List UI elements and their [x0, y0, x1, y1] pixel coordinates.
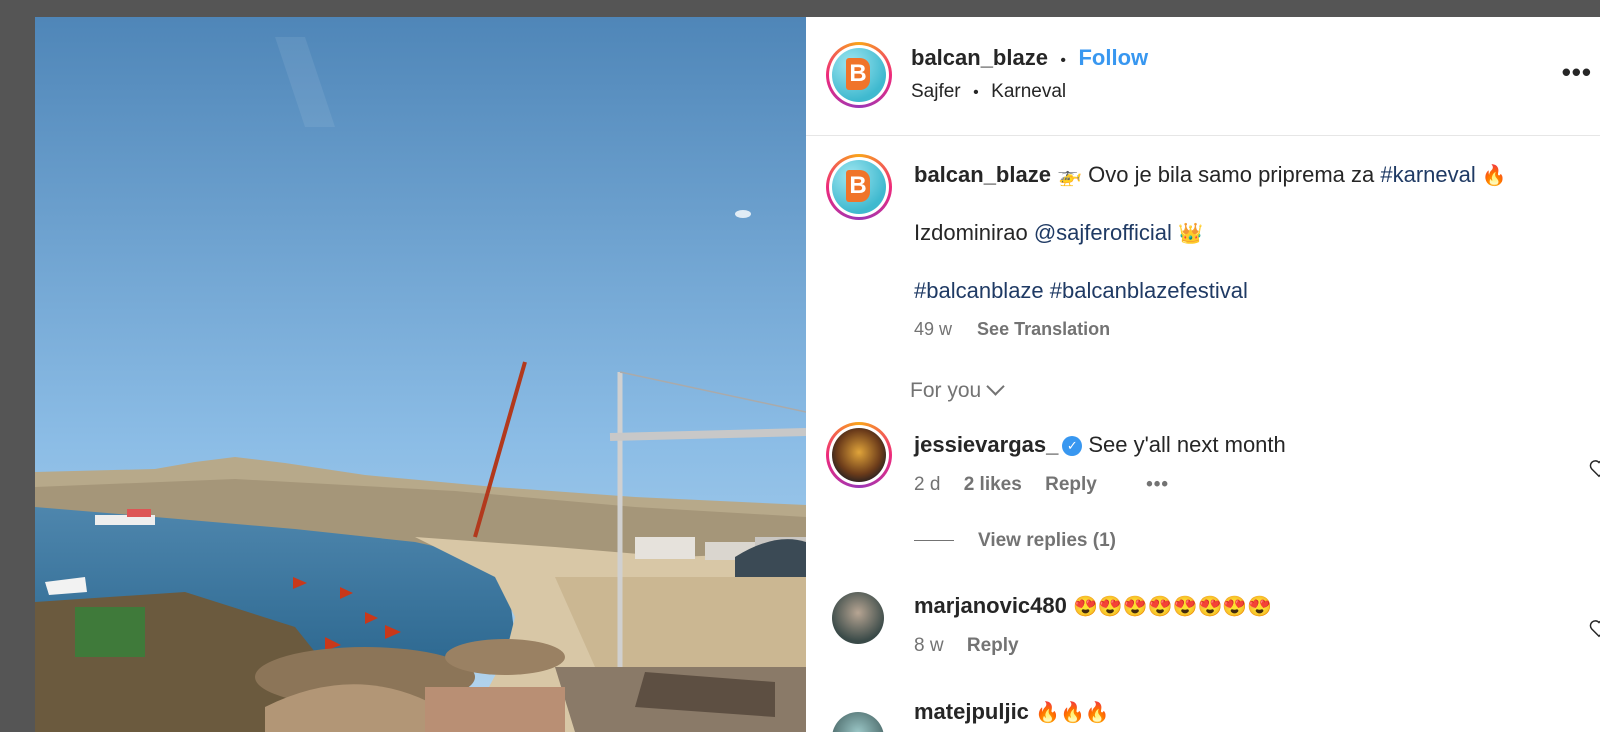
comment-username[interactable]: marjanovic480 [914, 593, 1067, 618]
post-header: B balcan_blaze • Follow Sajfer • Karneva… [806, 17, 1600, 136]
commenter-avatar[interactable] [826, 422, 892, 488]
reply-button[interactable]: Reply [967, 635, 1019, 656]
comment-username[interactable]: matejpuljic [914, 699, 1029, 724]
audio-track[interactable]: Karneval [991, 81, 1066, 102]
brand-logo: B [846, 170, 870, 202]
author-username[interactable]: balcan_blaze [911, 45, 1048, 70]
comment-timestamp: 8 w [914, 635, 944, 656]
see-translation-button[interactable]: See Translation [977, 319, 1110, 339]
reply-button[interactable]: Reply [1045, 474, 1097, 495]
caption-line-1: balcan_blaze 🚁 Ovo je bila samo priprema… [914, 162, 1507, 188]
commenter-avatar[interactable] [832, 712, 884, 732]
hashtag-link[interactable]: #karneval [1380, 162, 1475, 187]
caption-text: Izdominirao [914, 220, 1028, 245]
brand-logo: B [846, 58, 870, 90]
fire-emoji: 🔥 [1481, 165, 1507, 187]
comment-options-icon[interactable]: ••• [1146, 474, 1169, 495]
separator-dot: • [1060, 52, 1067, 69]
caption-line-3: #balcanblaze #balcanblazefestival [914, 278, 1248, 304]
comment-text: 😍😍😍😍😍😍😍😍 [1073, 596, 1273, 618]
verified-badge-icon: ✓ [1062, 436, 1083, 457]
view-replies-row[interactable]: View replies (1) [914, 530, 1134, 552]
comment-username[interactable]: jessievargas_ [914, 432, 1058, 457]
mention-link[interactable]: @sajferofficial [1034, 220, 1172, 245]
comment-1-meta: 2 d 2 likes Reply ••• [914, 474, 1187, 496]
caption-avatar[interactable]: B [826, 154, 892, 220]
comment-2-meta: 8 w Reply [914, 635, 1037, 657]
more-dots-icon[interactable]: ••• [1562, 57, 1592, 88]
post-media[interactable] [35, 17, 806, 732]
caption-line-2: Izdominirao @sajferofficial 👑 [914, 220, 1203, 246]
post-side-panel: B balcan_blaze • Follow Sajfer • Karneva… [806, 17, 1600, 732]
hashtag-links[interactable]: #balcanblaze #balcanblazefestival [914, 278, 1248, 303]
chevron-down-icon [986, 377, 1005, 396]
comment-text: 🔥🔥🔥 [1035, 702, 1110, 724]
helicopter-emoji: 🚁 [1057, 165, 1082, 187]
replies-divider [914, 540, 954, 542]
follow-button[interactable]: Follow [1078, 45, 1148, 70]
comment-timestamp: 2 d [914, 474, 941, 495]
comment-3: matejpuljic 🔥🔥🔥 [914, 699, 1110, 725]
comment-likes[interactable]: 2 likes [964, 474, 1022, 495]
commenter-avatar[interactable] [832, 592, 884, 644]
separator-dot: • [973, 84, 979, 101]
comment-2: marjanovic480 😍😍😍😍😍😍😍😍 [914, 593, 1272, 619]
comment-1: jessievargas_ ✓ See y'all next month [914, 432, 1286, 458]
heart-icon[interactable] [1588, 617, 1600, 639]
caption-text: Ovo je bila samo priprema za [1088, 162, 1375, 187]
crown-emoji: 👑 [1178, 223, 1203, 245]
caption-timestamp: 49 w [914, 319, 953, 339]
comment-text: See y'all next month [1088, 432, 1286, 457]
heart-icon[interactable] [1588, 457, 1600, 479]
festival-photo [35, 17, 806, 732]
caption-meta: 49 w See Translation [914, 319, 1110, 340]
sort-label: For you [910, 379, 982, 402]
audio-artist[interactable]: Sajfer [911, 81, 961, 102]
post-modal: B balcan_blaze • Follow Sajfer • Karneva… [35, 17, 1600, 732]
author-avatar[interactable]: B [826, 42, 892, 108]
caption-username[interactable]: balcan_blaze [914, 162, 1051, 187]
comment-sort-dropdown[interactable]: For you [910, 377, 1005, 403]
view-replies-button[interactable]: View replies (1) [978, 530, 1116, 551]
